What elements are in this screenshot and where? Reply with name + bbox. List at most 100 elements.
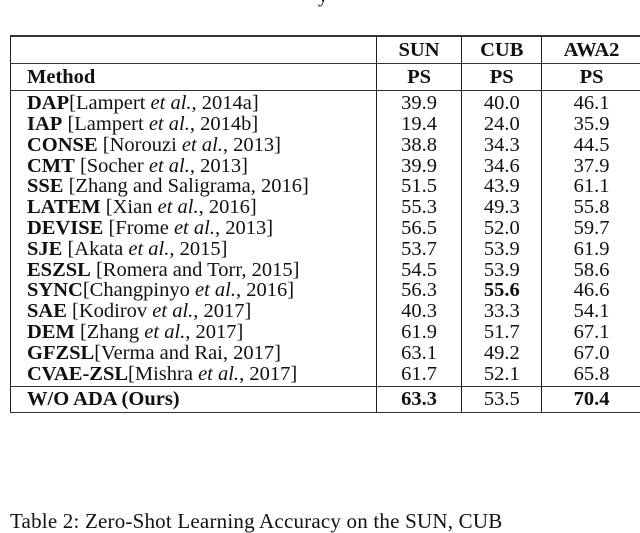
- value-cub: 52.1: [462, 363, 542, 386]
- citation-et-al: et al.: [198, 363, 239, 385]
- method-name: DEM: [27, 321, 75, 343]
- value-awa2: 55.8: [542, 197, 640, 218]
- value-awa2: 67.1: [542, 322, 640, 343]
- value-awa2: 70.4: [542, 387, 640, 413]
- method-name: GFZSL: [27, 342, 94, 364]
- citation-et-al: et al.: [182, 134, 223, 156]
- method-cell: DEVISE [Frome et al., 2013]: [11, 218, 377, 239]
- citation-year: , 2014b]: [190, 113, 258, 135]
- table-row: CONSE [Norouzi et al., 2013]38.834.344.5: [11, 135, 640, 156]
- header-row-datasets: SUN CUB AWA2: [11, 36, 640, 64]
- citation-text: [Norouzi: [103, 134, 182, 156]
- value-awa2: 59.7: [542, 218, 640, 239]
- header-ps-sun: PS: [376, 64, 462, 91]
- header-awa2: AWA2: [542, 36, 640, 64]
- table-row: ESZSL [Romera and Torr, 2015]54.553.958.…: [11, 259, 640, 280]
- header-ps-awa2: PS: [542, 64, 640, 91]
- citation-et-al: et al.: [174, 217, 215, 239]
- table-row: DEM [Zhang et al., 2017]61.951.767.1: [11, 322, 640, 343]
- header-method: Method: [11, 64, 377, 91]
- value-sun: 56.5: [376, 218, 462, 239]
- method-name: ESZSL: [27, 259, 91, 281]
- method-cell: SSE [Zhang and Saligrama, 2016]: [11, 176, 377, 197]
- citation-year: , 2016]: [199, 196, 257, 218]
- header-empty-cell: [11, 36, 377, 64]
- value-sun: 54.5: [376, 259, 462, 280]
- method-cell: CONSE [Norouzi et al., 2013]: [11, 135, 377, 156]
- citation-text: [Socher: [80, 155, 149, 177]
- value-sun: 55.3: [376, 197, 462, 218]
- value-cub: 55.6: [462, 280, 542, 301]
- value-sun: 53.7: [376, 239, 462, 260]
- citation-text: [Changpinyo: [83, 279, 195, 301]
- citation-year: , 2013]: [190, 155, 248, 177]
- value-sun: 19.4: [376, 114, 462, 135]
- method-name: CONSE: [27, 134, 98, 156]
- value-cub: 34.6: [462, 155, 542, 176]
- value-awa2: 61.9: [542, 239, 640, 260]
- table-row: CVAE-ZSL[Mishra et al., 2017]61.752.165.…: [11, 363, 640, 386]
- value-cub: 53.5: [462, 387, 542, 413]
- value-sun: 56.3: [376, 280, 462, 301]
- citation-text: [Lampert: [69, 92, 150, 114]
- value-cub: 52.0: [462, 218, 542, 239]
- value-sun: 63.3: [376, 387, 462, 413]
- value-sun: 39.9: [376, 91, 462, 114]
- table-row: SJE [Akata et al., 2015]53.753.961.9: [11, 239, 640, 260]
- method-cell: SYNC[Changpinyo et al., 2016]: [11, 280, 377, 301]
- value-awa2: 67.0: [542, 343, 640, 364]
- method-name: DEVISE: [27, 217, 103, 239]
- value-awa2: 35.9: [542, 114, 640, 135]
- citation-text: [Zhang and Saligrama, 2016]: [69, 175, 309, 197]
- value-awa2: 46.6: [542, 280, 640, 301]
- table-row: CMT [Socher et al., 2013]39.934.637.9: [11, 155, 640, 176]
- value-cub: 34.3: [462, 135, 542, 156]
- value-awa2: 61.1: [542, 176, 640, 197]
- citation-year: , 2013]: [223, 134, 281, 156]
- method-name: SAE: [27, 300, 67, 322]
- clipped-text-fragment: y: [318, 0, 328, 6]
- method-name: SYNC: [27, 279, 83, 301]
- method-cell: GFZSL[Verma and Rai, 2017]: [11, 343, 377, 364]
- citation-et-al: et al.: [144, 321, 185, 343]
- header-ps-cub: PS: [462, 64, 542, 91]
- citation-text: [Mishra: [128, 363, 198, 385]
- value-awa2: 65.8: [542, 363, 640, 386]
- method-name: DAP: [27, 92, 69, 114]
- value-sun: 61.7: [376, 363, 462, 386]
- results-table: SUN CUB AWA2 Method PS PS PS DAP[Lampert…: [10, 35, 640, 413]
- method-cell: CVAE-ZSL[Mishra et al., 2017]: [11, 363, 377, 386]
- value-sun: 40.3: [376, 301, 462, 322]
- table-row-ours: W/O ADA (Ours)63.353.570.4: [11, 387, 640, 413]
- method-cell: DEM [Zhang et al., 2017]: [11, 322, 377, 343]
- citation-et-al: et al.: [149, 113, 190, 135]
- value-cub: 49.3: [462, 197, 542, 218]
- method-name: CVAE-ZSL: [27, 363, 128, 385]
- value-awa2: 46.1: [542, 91, 640, 114]
- table-caption: Table 2: Zero-Shot Learning Accuracy on …: [10, 511, 502, 532]
- table-row: SAE [Kodirov et al., 2017]40.333.354.1: [11, 301, 640, 322]
- citation-year: , 2016]: [236, 279, 294, 301]
- method-name: SJE: [27, 238, 62, 260]
- citation-year: , 2017]: [193, 300, 251, 322]
- value-cub: 43.9: [462, 176, 542, 197]
- table-row: DEVISE [Frome et al., 2013]56.552.059.7: [11, 218, 640, 239]
- method-cell: LATEM [Xian et al., 2016]: [11, 197, 377, 218]
- header-sun: SUN: [376, 36, 462, 64]
- table-row: IAP [Lampert et al., 2014b]19.424.035.9: [11, 114, 640, 135]
- value-awa2: 54.1: [542, 301, 640, 322]
- value-cub: 51.7: [462, 322, 542, 343]
- value-cub: 53.9: [462, 239, 542, 260]
- value-awa2: 44.5: [542, 135, 640, 156]
- method-name: W/O ADA (Ours): [11, 387, 377, 413]
- citation-year: , 2015]: [169, 238, 227, 260]
- table-row: SYNC[Changpinyo et al., 2016]56.355.646.…: [11, 280, 640, 301]
- citation-text: [Zhang: [80, 321, 144, 343]
- method-cell: DAP[Lampert et al., 2014a]: [11, 91, 377, 114]
- citation-text: [Lampert: [67, 113, 148, 135]
- value-cub: 33.3: [462, 301, 542, 322]
- table-row: DAP[Lampert et al., 2014a]39.940.046.1: [11, 91, 640, 114]
- header-row-metric: Method PS PS PS: [11, 64, 640, 91]
- value-sun: 61.9: [376, 322, 462, 343]
- method-name: IAP: [27, 113, 62, 135]
